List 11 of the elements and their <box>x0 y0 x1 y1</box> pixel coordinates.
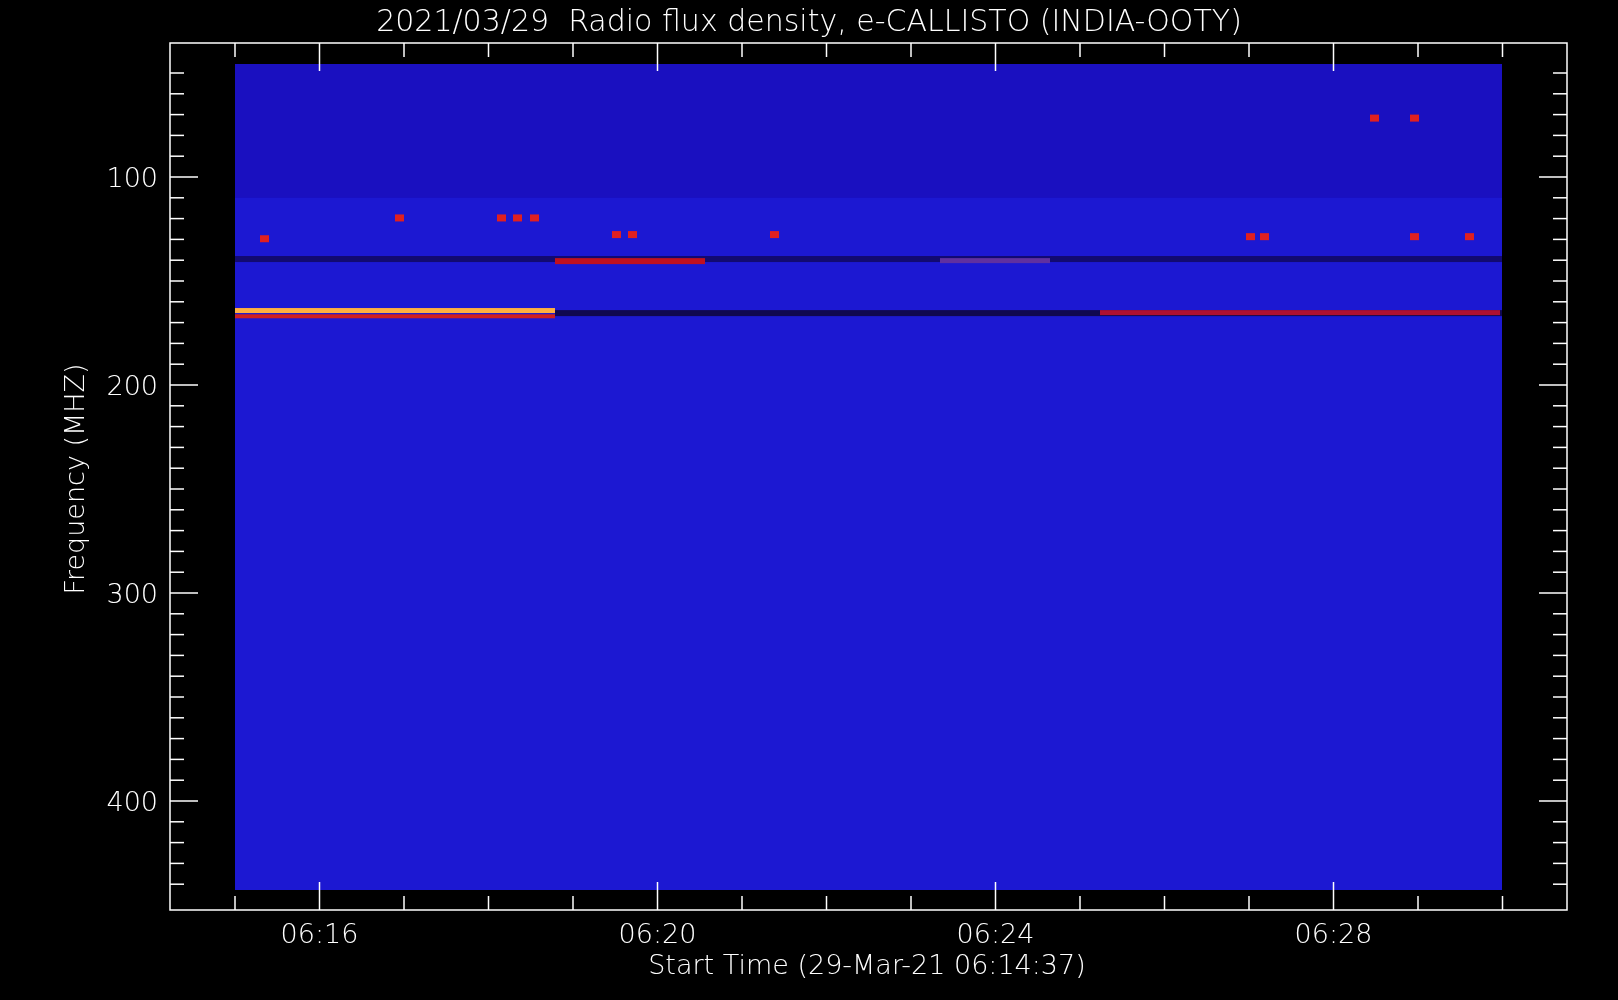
x-tick-label: 06:28 <box>1294 918 1373 949</box>
y-axis-label: Frequency (MHZ) <box>59 363 90 595</box>
chart-title: 2021/03/29 Radio flux density, e-CALLISTO (INDIA-OOTY) <box>376 3 1242 38</box>
x-tick-label: 06:16 <box>280 918 359 949</box>
y-tick-label: 400 <box>106 786 158 817</box>
y-tick-label: 200 <box>106 370 158 401</box>
y-tick-label: 100 <box>106 162 158 193</box>
y-tick-label: 300 <box>106 578 158 609</box>
x-tick-label: 06:20 <box>618 918 697 949</box>
x-axis-label: Start Time (29-Mar-21 06:14:37) <box>648 949 1086 980</box>
x-tick-label: 06:24 <box>956 918 1035 949</box>
